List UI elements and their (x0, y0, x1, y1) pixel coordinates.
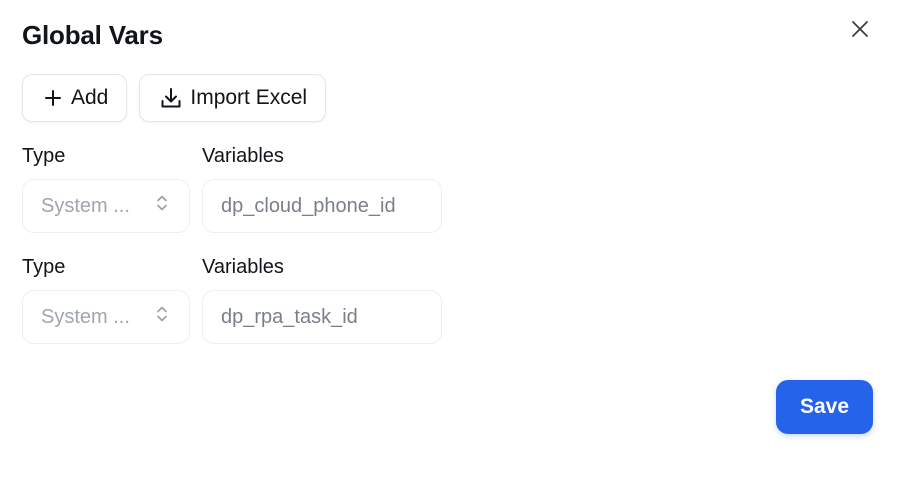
toolbar: Add Import Excel (22, 74, 327, 122)
close-icon (852, 21, 868, 37)
row-2-labels: Type Variables (22, 256, 284, 279)
type-select[interactable]: System ... (22, 290, 190, 344)
type-select-value: System ... (41, 194, 130, 217)
type-label: Type (22, 145, 66, 167)
variable-input[interactable]: dp_rpa_task_id (202, 290, 442, 344)
close-button[interactable] (848, 17, 872, 41)
download-icon (160, 87, 182, 109)
variable-input[interactable]: dp_cloud_phone_id (202, 179, 442, 233)
add-button[interactable]: Add (22, 74, 128, 122)
add-button-label: Add (71, 86, 109, 109)
chevron-up-down-icon (155, 193, 169, 219)
save-button[interactable]: Save (776, 380, 873, 434)
dialog-title: Global Vars (22, 20, 163, 50)
type-select-value: System ... (41, 305, 130, 328)
global-vars-dialog: Global Vars Add Import Excel Type Variab… (0, 0, 897, 501)
chevron-up-down-icon (155, 304, 169, 330)
type-label: Type (22, 256, 66, 278)
row-2-fields: System ... dp_rpa_task_id (22, 290, 442, 344)
variables-label: Variables (202, 145, 284, 167)
type-select[interactable]: System ... (22, 179, 190, 233)
import-excel-label: Import Excel (190, 86, 308, 109)
import-excel-button[interactable]: Import Excel (139, 74, 327, 122)
row-1-labels: Type Variables (22, 145, 284, 168)
plus-icon (43, 88, 63, 108)
row-1-fields: System ... dp_cloud_phone_id (22, 179, 442, 233)
variables-label: Variables (202, 256, 284, 278)
